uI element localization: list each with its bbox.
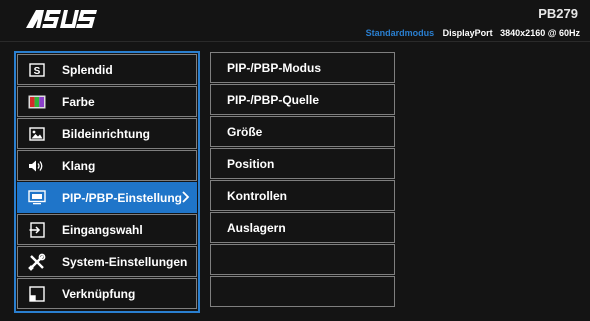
menu-item-label: Klang: [62, 158, 96, 173]
menu-item-label: Verknüpfung: [62, 286, 136, 301]
submenu-item-position[interactable]: Position: [210, 148, 395, 179]
tools-icon: [28, 253, 46, 271]
menu-item-pip-pbp[interactable]: PIP-/PBP-Einstellung: [17, 182, 197, 213]
image-icon: [28, 126, 46, 142]
submenu-item-empty: [210, 276, 395, 307]
menu-item-image[interactable]: Bildeinrichtung: [17, 118, 197, 149]
status-mode: Standardmodus: [365, 28, 435, 38]
menu-item-input-select[interactable]: Eingangswahl: [17, 214, 197, 245]
model-name: PB279: [538, 6, 578, 21]
menu-item-color[interactable]: Farbe: [17, 86, 197, 117]
menu-item-label: Splendid: [62, 62, 113, 77]
menu-item-label: Bildeinrichtung: [62, 126, 150, 141]
submenu-item-empty: [210, 244, 395, 275]
menu-item-system-settings[interactable]: System-Einstellungen: [17, 246, 197, 277]
submenu-item-controls[interactable]: Kontrollen: [210, 180, 395, 211]
chevron-right-icon: [182, 191, 190, 206]
pip-pbp-submenu: PIP-/PBP-Modus PIP-/PBP-Quelle Größe Pos…: [210, 51, 395, 313]
splendid-icon: S: [28, 62, 46, 78]
menu-item-label: PIP-/PBP-Einstellung: [62, 190, 183, 205]
submenu-item-pip-pbp-mode[interactable]: PIP-/PBP-Modus: [210, 52, 395, 83]
menu-item-label: Eingangswahl: [62, 222, 143, 237]
speaker-icon: [28, 158, 46, 174]
menu-item-label: System-Einstellungen: [62, 254, 188, 269]
submenu-item-pip-pbp-source[interactable]: PIP-/PBP-Quelle: [210, 84, 395, 115]
menu-item-label: Farbe: [62, 94, 95, 109]
menu-item-splendid[interactable]: S Splendid: [17, 54, 197, 85]
submenu-item-swap[interactable]: Auslagern: [210, 212, 395, 243]
input-icon: [28, 221, 46, 238]
status-resolution: 3840x2160 @ 60Hz: [500, 28, 580, 38]
pip-icon: [28, 190, 46, 206]
status-input: DisplayPort: [442, 28, 493, 38]
header-divider: [0, 41, 590, 42]
menu-item-shortcut[interactable]: Verknüpfung: [17, 278, 197, 309]
color-icon: [28, 94, 46, 110]
main-menu: S Splendid Farbe Bildeinrichtung Klang P…: [14, 51, 200, 313]
submenu-item-size[interactable]: Größe: [210, 116, 395, 147]
shortcut-icon: [28, 285, 46, 302]
asus-logo: [26, 10, 97, 28]
status-bar: Standardmodus DisplayPort 3840x2160 @ 60…: [366, 28, 580, 38]
menu-item-sound[interactable]: Klang: [17, 150, 197, 181]
svg-text:S: S: [34, 66, 41, 77]
